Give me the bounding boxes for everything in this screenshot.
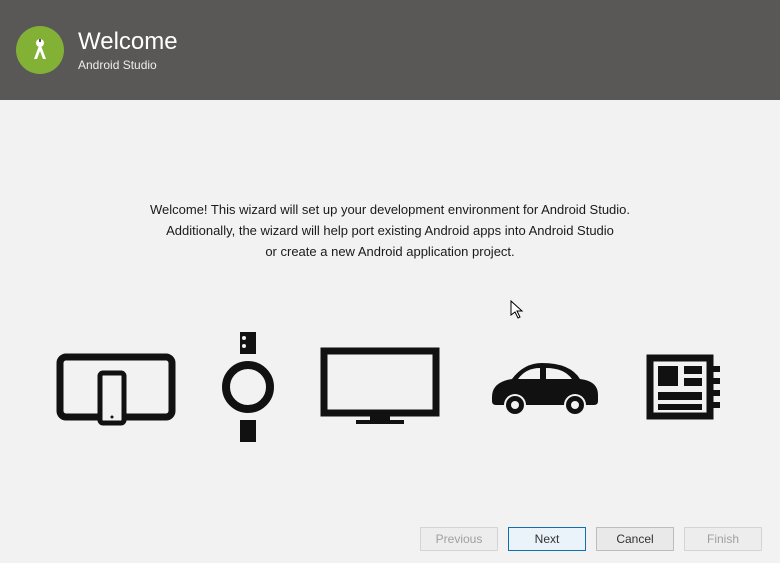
android-studio-logo-icon <box>16 26 64 74</box>
welcome-text-line2: Additionally, the wizard will help port … <box>166 223 614 238</box>
welcome-text-line1: Welcome! This wizard will set up your de… <box>150 202 630 217</box>
wizard-footer: Previous Next Cancel Finish <box>420 527 762 551</box>
cancel-button[interactable]: Cancel <box>596 527 674 551</box>
wizard-header: Welcome Android Studio <box>0 0 780 100</box>
car-icon <box>482 357 602 417</box>
page-subtitle: Android Studio <box>78 58 178 72</box>
finish-button: Finish <box>684 527 762 551</box>
previous-button: Previous <box>420 527 498 551</box>
tv-icon <box>320 347 440 427</box>
page-title: Welcome <box>78 28 178 56</box>
tablet-phone-icon <box>56 347 176 427</box>
wizard-content: Welcome! This wizard will set up your de… <box>0 100 780 442</box>
next-button[interactable]: Next <box>508 527 586 551</box>
things-icon <box>644 352 724 422</box>
platform-icons-row <box>0 332 780 442</box>
welcome-text-line3: or create a new Android application proj… <box>265 244 514 259</box>
watch-icon <box>218 332 278 442</box>
